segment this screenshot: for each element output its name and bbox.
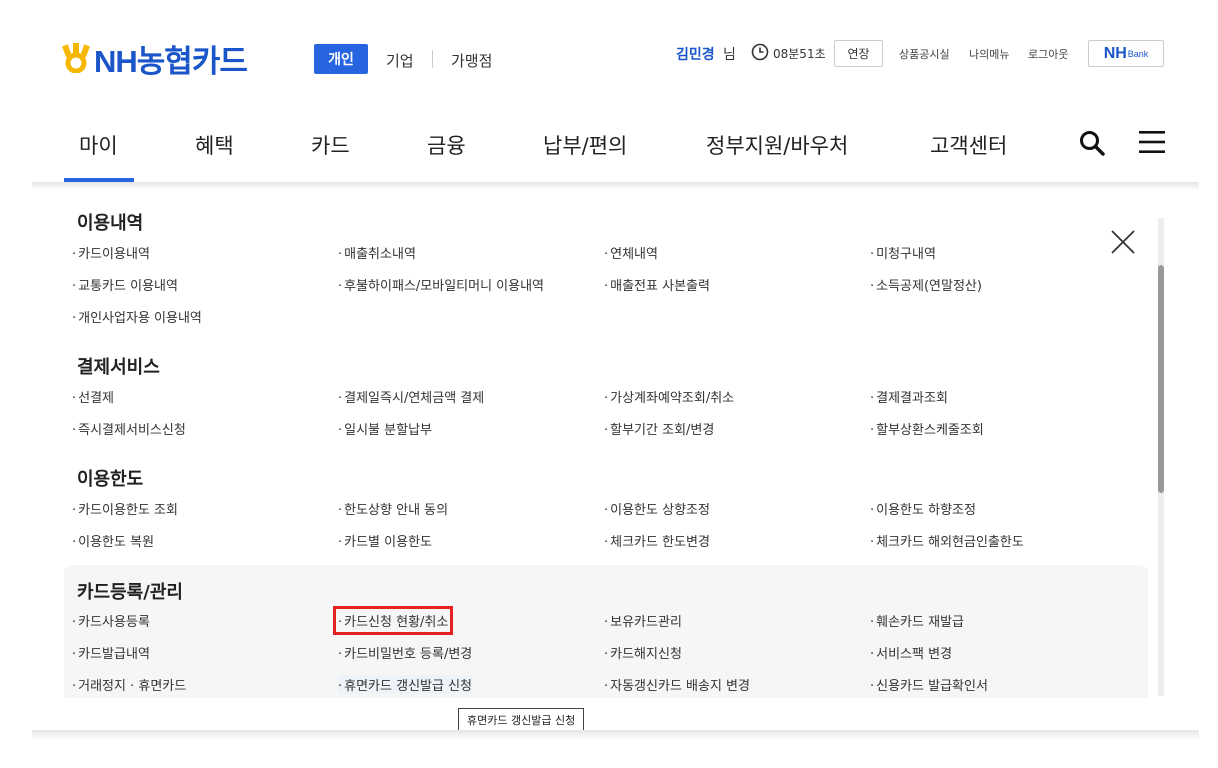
menu-link[interactable]: 선결제 xyxy=(72,387,114,406)
section-title: 이용한도 xyxy=(77,469,144,490)
menu-link[interactable]: 매출전표 사본출력 xyxy=(604,275,710,294)
menu-link[interactable]: 카드비밀번호 등록/변경 xyxy=(338,643,472,662)
menu-link[interactable]: 카드별 이용한도 xyxy=(338,531,432,550)
util-link-my-menu[interactable]: 나의메뉴 xyxy=(969,46,1009,62)
scrollbar-thumb[interactable] xyxy=(1158,265,1164,493)
menu-link[interactable]: 개인사업자용 이용내역 xyxy=(72,307,202,326)
session-timer: 08분51초 xyxy=(773,47,826,61)
tooltip: 휴면카드 갱신발급 신청 xyxy=(458,708,585,732)
menu-link-dormant-card-renewal[interactable]: 휴면카드 갱신발급 신청 xyxy=(338,675,473,694)
nh-logo-icon xyxy=(62,43,90,73)
brand-name: NH농협카드 xyxy=(94,43,248,79)
tab-business[interactable]: 기업 xyxy=(386,50,414,71)
menu-link[interactable]: 신용카드 발급확인서 xyxy=(870,675,988,694)
search-icon[interactable] xyxy=(1079,130,1105,156)
menu-link[interactable]: 한도상향 안내 동의 xyxy=(338,499,448,518)
gnb-customer-center[interactable]: 고객센터 xyxy=(930,130,1007,160)
nh-card-logo[interactable]: NH농협카드 xyxy=(62,40,248,79)
menu-link[interactable]: 이용한도 복원 xyxy=(72,531,154,550)
tab-divider xyxy=(432,50,433,68)
menu-link[interactable]: 후불하이패스/모바일티머니 이용내역 xyxy=(338,275,544,294)
menu-link[interactable]: 할부상환스케줄조회 xyxy=(870,419,984,438)
section-title: 결제서비스 xyxy=(77,357,160,378)
menu-link[interactable]: 자동갱신카드 배송지 변경 xyxy=(604,675,750,694)
menu-link[interactable]: 할부기간 조회/변경 xyxy=(604,419,714,438)
user-suffix: 님 xyxy=(723,47,736,63)
tab-personal[interactable]: 개인 xyxy=(314,44,368,74)
util-link-logout[interactable]: 로그아웃 xyxy=(1028,46,1068,62)
gnb-divider xyxy=(32,182,1199,190)
gnb-my[interactable]: 마이 xyxy=(79,130,118,160)
section-title: 카드등록/관리 xyxy=(77,582,183,603)
section-usage-limit: 이용한도 카드이용한도 조회 한도상향 안내 동의 이용한도 상향조정 이용한도… xyxy=(64,457,1148,557)
close-icon[interactable] xyxy=(1110,229,1136,255)
user-name: 김민경 xyxy=(676,47,715,63)
menu-link[interactable]: 즉시결제서비스신청 xyxy=(72,419,186,438)
menu-link[interactable]: 매출취소내역 xyxy=(338,243,416,262)
hamburger-menu-icon[interactable] xyxy=(1139,130,1165,154)
menu-link-card-application-status[interactable]: 카드신청 현황/취소 xyxy=(332,606,454,635)
clock-icon xyxy=(751,43,769,61)
section-payment-service: 결제서비스 선결제 결제일즉시/연체금액 결제 가상계좌예약조회/취소 결제결과… xyxy=(64,345,1148,445)
menu-link[interactable]: 서비스팩 변경 xyxy=(870,643,952,662)
menu-link[interactable]: 가상계좌예약조회/취소 xyxy=(604,387,734,406)
menu-link[interactable]: 체크카드 한도변경 xyxy=(604,531,710,550)
menu-link[interactable]: 결제결과조회 xyxy=(870,387,948,406)
util-link-product-disclosure[interactable]: 상품공시실 xyxy=(899,46,950,62)
gnb-payment[interactable]: 납부/편의 xyxy=(543,130,627,160)
nh-bank-label: Bank xyxy=(1127,48,1149,59)
section-title: 이용내역 xyxy=(77,213,144,234)
menu-link[interactable]: 연체내역 xyxy=(604,243,658,262)
section-usage-history: 이용내역 카드이용내역 매출취소내역 연체내역 미청구내역 교통카드 이용내역 … xyxy=(64,190,1148,340)
tab-merchant[interactable]: 가맹점 xyxy=(451,50,492,71)
gnb-government-support[interactable]: 정부지원/바우처 xyxy=(706,130,848,160)
gnb-card[interactable]: 카드 xyxy=(311,130,350,160)
menu-link[interactable]: 일시불 분할납부 xyxy=(338,419,432,438)
menu-link[interactable]: 결제일즉시/연체금액 결제 xyxy=(338,387,484,406)
menu-link[interactable]: 교통카드 이용내역 xyxy=(72,275,178,294)
menu-link[interactable]: 카드이용내역 xyxy=(72,243,150,262)
menu-link[interactable]: 소득공제(연말정산) xyxy=(870,275,982,294)
menu-link[interactable]: 카드이용한도 조회 xyxy=(72,499,178,518)
menu-link[interactable]: 카드발급내역 xyxy=(72,643,150,662)
menu-link[interactable]: 이용한도 상향조정 xyxy=(604,499,710,518)
my-menu-panel: 이용내역 카드이용내역 매출취소내역 연체내역 미청구내역 교통카드 이용내역 … xyxy=(64,190,1154,698)
menu-link[interactable]: 카드해지신청 xyxy=(604,643,682,662)
nh-bank-mark: NH xyxy=(1103,44,1127,62)
menu-link[interactable]: 카드사용등록 xyxy=(72,611,150,630)
menu-link[interactable]: 미청구내역 xyxy=(870,243,936,262)
menu-link[interactable]: 보유카드관리 xyxy=(604,611,682,630)
gnb-benefit[interactable]: 혜택 xyxy=(195,130,234,160)
menu-link[interactable]: 이용한도 하향조정 xyxy=(870,499,976,518)
menu-link[interactable]: 훼손카드 재발급 xyxy=(870,611,964,630)
nh-bank-link[interactable]: NH Bank xyxy=(1088,40,1164,67)
section-card-management: 카드등록/관리 카드사용등록 카드신청 현황/취소 보유카드관리 훼손카드 재발… xyxy=(64,565,1148,698)
menu-link[interactable]: 체크카드 해외현금인출한도 xyxy=(870,531,1024,550)
extend-session-button[interactable]: 연장 xyxy=(834,40,883,67)
page: NH농협카드 개인 기업 가맹점 김민경 님 08분51초 연장 상품공시실 나… xyxy=(0,0,1218,768)
panel-bottom-shadow xyxy=(32,730,1199,740)
gnb-finance[interactable]: 금융 xyxy=(427,130,466,160)
menu-link[interactable]: 거래정지 · 휴면카드 xyxy=(72,675,186,694)
